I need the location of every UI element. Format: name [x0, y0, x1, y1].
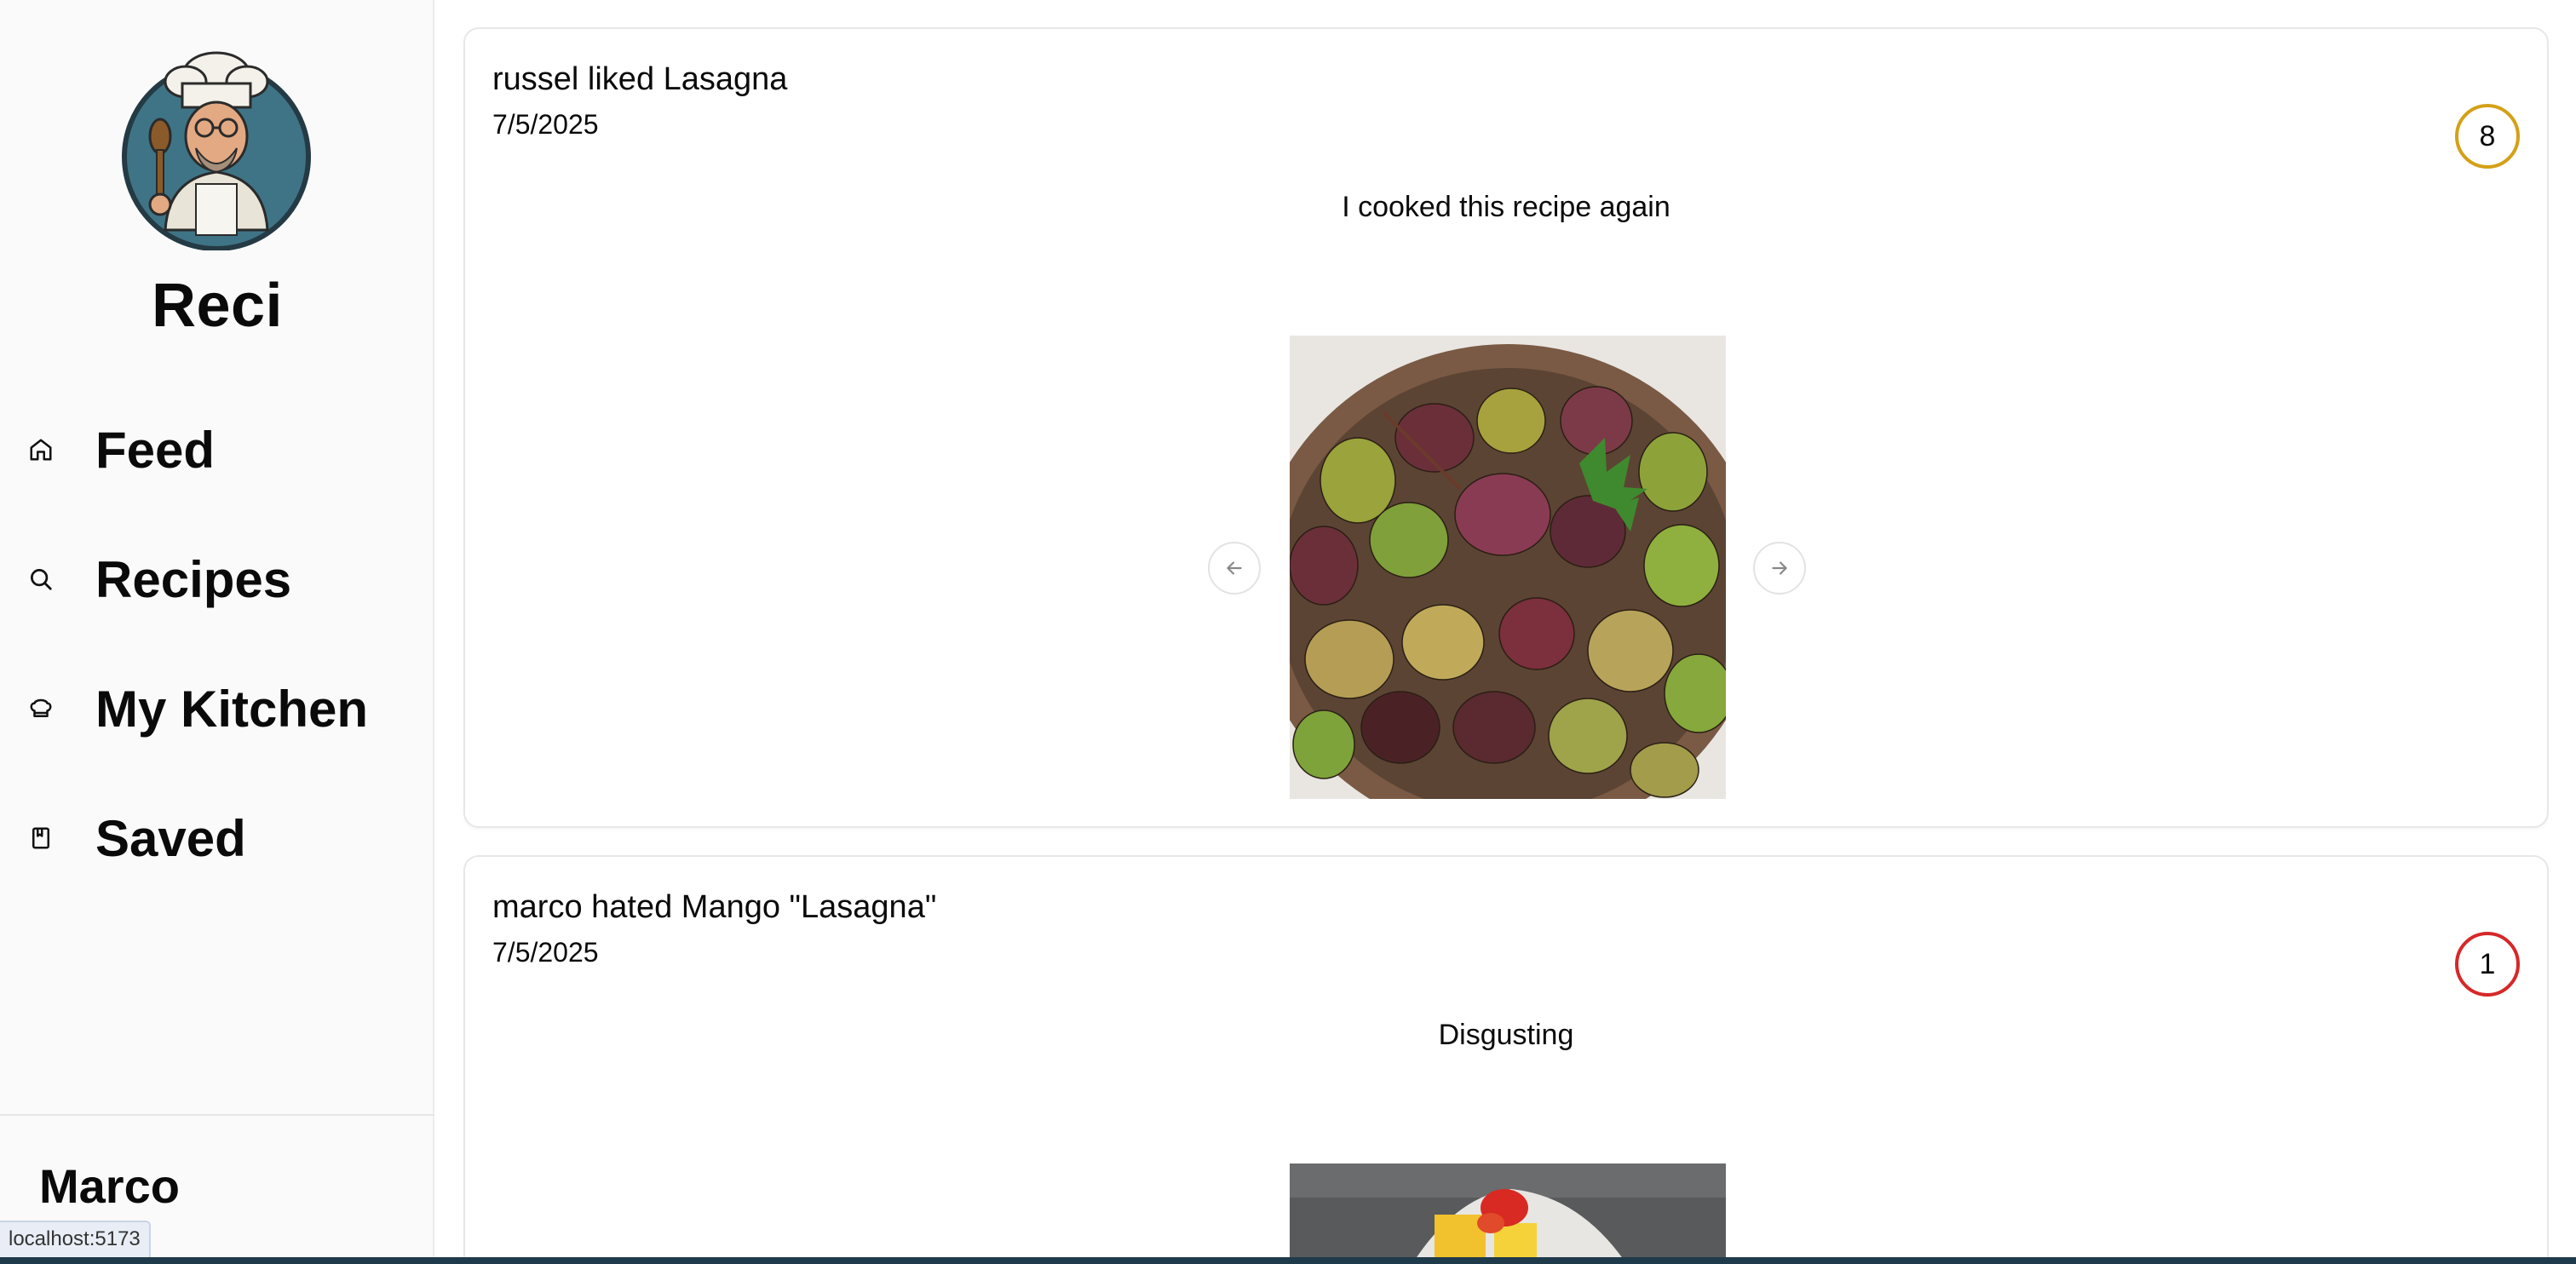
recipe-photo-olives	[1290, 336, 1726, 799]
feed: russel liked Lasagna 7/5/2025 8 I cooked…	[463, 0, 2549, 1264]
window-bottom-edge	[0, 1257, 2576, 1264]
arrow-left-icon	[1227, 561, 1242, 575]
nav-label-saved: Saved	[95, 809, 246, 867]
post-title[interactable]: marco hated Mango "Lasagna"	[492, 889, 936, 926]
brand-title: Reci	[151, 272, 284, 340]
status-bar-url: localhost:5173	[0, 1221, 151, 1258]
current-user-name[interactable]: Marco	[39, 1158, 180, 1214]
chef-hat-icon	[26, 693, 56, 724]
nav-item-feed[interactable]: Feed	[26, 407, 215, 492]
post-date: 7/5/2025	[492, 937, 599, 968]
nav-label-feed: Feed	[95, 421, 216, 479]
rating-badge: 1	[2455, 932, 2520, 997]
post-title[interactable]: russel liked Lasagna	[492, 61, 787, 98]
carousel-next-button[interactable]	[1753, 542, 1806, 595]
nav-label-recipes: Recipes	[95, 550, 292, 608]
sidebar: Reci Feed Recipes My Kitchen Saved Marco	[0, 0, 434, 1264]
recipe-photo-mango	[1290, 1163, 1726, 1264]
nav-item-my-kitchen[interactable]: My Kitchen	[26, 666, 368, 751]
post-comment: Disgusting	[1438, 1019, 1574, 1051]
rating-badge: 8	[2455, 104, 2520, 169]
post-comment: I cooked this recipe again	[1342, 191, 1670, 223]
book-icon	[26, 823, 56, 853]
post-date: 7/5/2025	[492, 109, 599, 140]
carousel-prev-button[interactable]	[1208, 542, 1261, 595]
feed-post: marco hated Mango "Lasagna" 7/5/2025 1 D…	[463, 855, 2549, 1264]
search-icon	[26, 564, 56, 595]
nav-item-recipes[interactable]: Recipes	[26, 537, 291, 622]
feed-post: russel liked Lasagna 7/5/2025 8 I cooked…	[463, 27, 2549, 828]
arrow-right-icon	[1772, 561, 1787, 575]
user-section-divider	[0, 1114, 434, 1116]
chef-avatar-logo	[122, 51, 311, 250]
nav-label-my-kitchen: My Kitchen	[95, 680, 369, 738]
home-icon	[26, 434, 56, 465]
nav-item-saved[interactable]: Saved	[26, 796, 246, 881]
